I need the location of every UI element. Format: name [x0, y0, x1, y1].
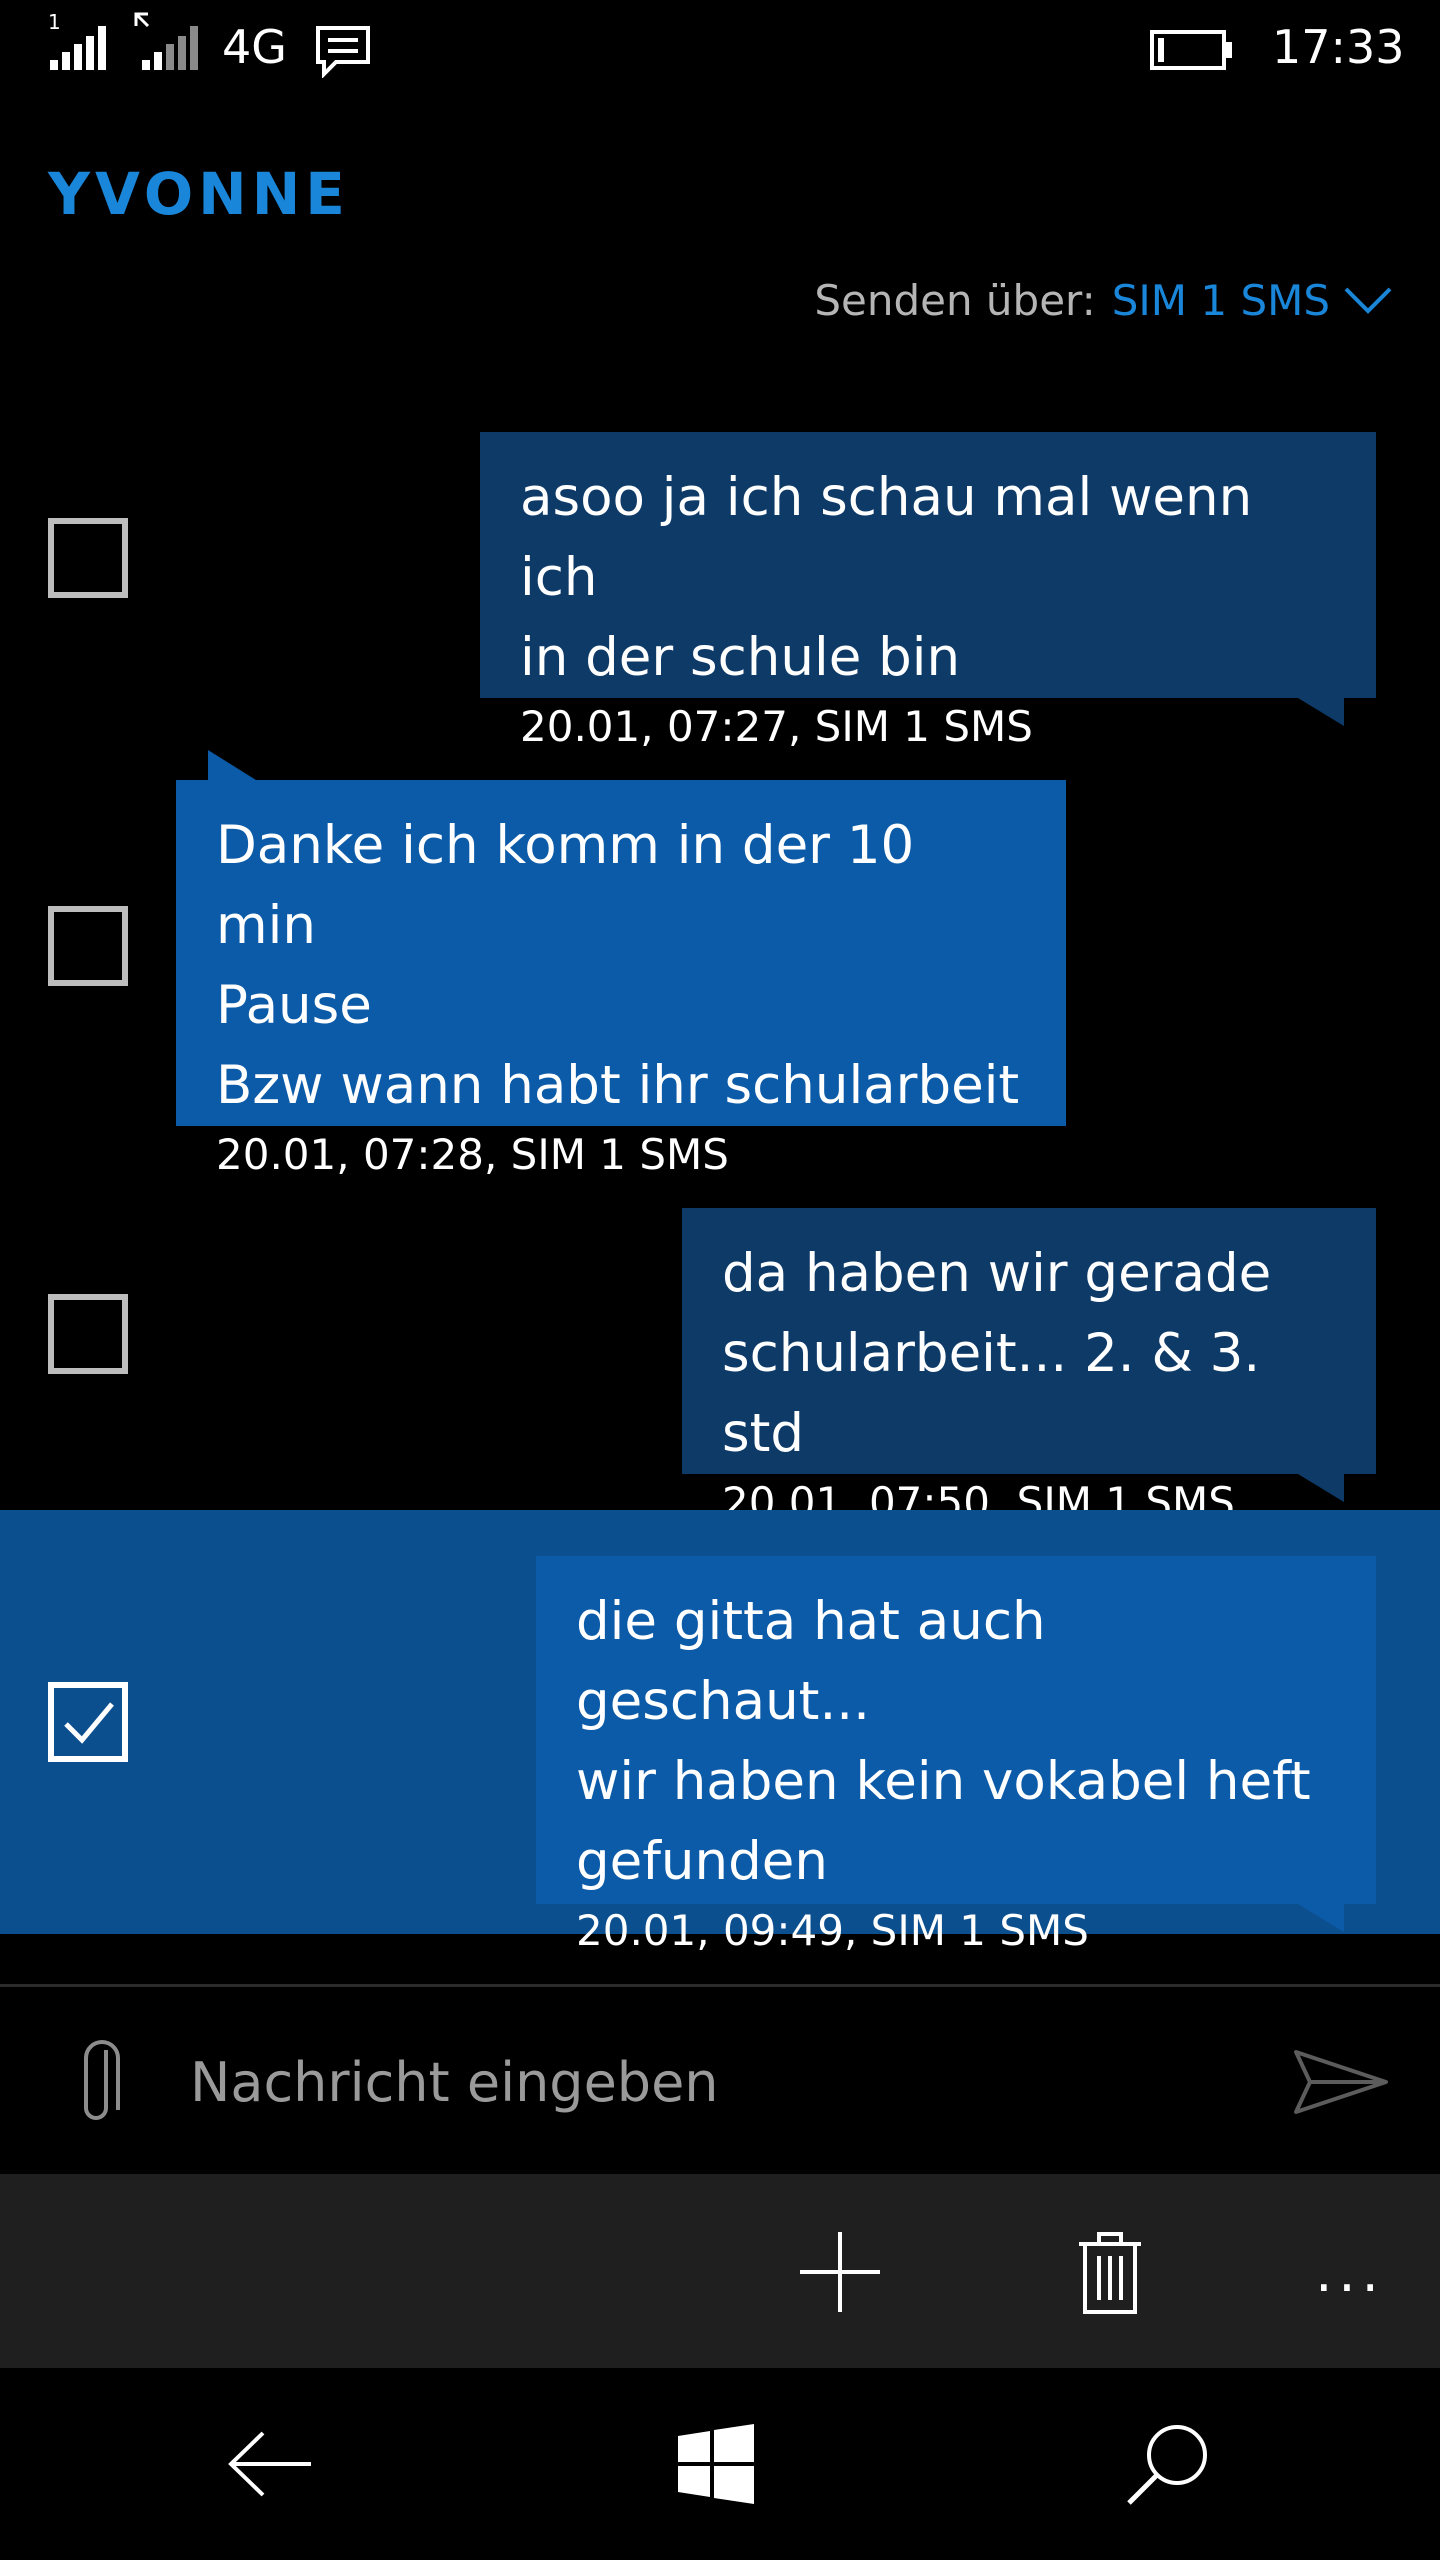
start-button[interactable]	[656, 2412, 776, 2516]
more-button[interactable]: ...	[1300, 2224, 1400, 2320]
compose-divider	[0, 1984, 1440, 1987]
message-row[interactable]: Danke ich komm in der 10 min Pause Bzw w…	[0, 740, 1440, 1179]
message-input[interactable]	[190, 2042, 1240, 2122]
message-bubble-outgoing[interactable]: da haben wir gerade schularbeit... 2. & …	[682, 1208, 1376, 1527]
app-bar: ...	[0, 2174, 1440, 2368]
bubble-tail	[1298, 1904, 1344, 1932]
windows-start-icon	[678, 2424, 754, 2504]
attach-icon[interactable]	[76, 2038, 120, 2132]
message-row-selected[interactable]: die gitta hat auch geschaut... wir haben…	[0, 1510, 1440, 1955]
bubble-tail	[1298, 1474, 1344, 1502]
message-text: Danke ich komm in der 10 min Pause Bzw w…	[216, 815, 1020, 1116]
send-icon[interactable]	[1292, 2046, 1390, 2118]
message-bubble-incoming[interactable]: Danke ich komm in der 10 min Pause Bzw w…	[176, 780, 1066, 1179]
send-via-value[interactable]: SIM 1 SMS	[1112, 276, 1330, 325]
contact-name: YVONNE	[48, 160, 350, 228]
message-checkbox-checked[interactable]	[48, 1682, 128, 1762]
status-bar: 1 4G 17:33	[0, 0, 1440, 96]
message-icon	[316, 26, 370, 78]
chevron-down-icon[interactable]	[1344, 285, 1392, 315]
more-icon: ...	[1315, 2240, 1385, 2304]
message-bubble-outgoing[interactable]: die gitta hat auch geschaut... wir haben…	[536, 1556, 1376, 1955]
network-type: 4G	[222, 20, 287, 74]
battery-icon	[1150, 30, 1232, 70]
clock: 17:33	[1272, 20, 1405, 74]
bubble-tail	[208, 750, 256, 780]
bubble-tail	[1298, 698, 1344, 726]
message-checkbox[interactable]	[48, 1294, 128, 1374]
message-text: da haben wir gerade schularbeit... 2. & …	[722, 1243, 1272, 1464]
message-checkbox[interactable]	[48, 518, 128, 598]
nav-bar	[0, 2368, 1440, 2560]
checkmark-icon	[64, 1702, 114, 1744]
message-checkbox[interactable]	[48, 906, 128, 986]
search-button[interactable]	[1108, 2412, 1228, 2516]
message-text: asoo ja ich schau mal wenn ich in der sc…	[520, 467, 1253, 688]
compose-bar	[0, 1990, 1440, 2174]
message-bubble-outgoing[interactable]: asoo ja ich schau mal wenn ich in der sc…	[480, 432, 1376, 751]
add-button[interactable]	[780, 2224, 900, 2320]
message-timestamp: 20.01, 09:49, SIM 1 SMS	[576, 1906, 1089, 1955]
back-button[interactable]	[210, 2412, 330, 2516]
message-timestamp: 20.01, 07:28, SIM 1 SMS	[216, 1130, 729, 1179]
signal-roaming-icon	[134, 12, 198, 70]
delete-icon	[1079, 2232, 1141, 2314]
send-via-selector[interactable]: Senden über: SIM 1 SMS	[814, 270, 1392, 330]
message-row[interactable]: asoo ja ich schau mal wenn ich in der sc…	[0, 420, 1440, 751]
message-text: die gitta hat auch geschaut... wir haben…	[576, 1591, 1311, 1892]
signal-icon	[50, 26, 106, 70]
delete-button[interactable]	[1050, 2224, 1170, 2320]
message-row[interactable]: da haben wir gerade schularbeit... 2. & …	[0, 1200, 1440, 1527]
back-icon	[228, 2431, 311, 2497]
search-icon	[1127, 2425, 1207, 2505]
add-icon	[800, 2232, 880, 2312]
send-via-label: Senden über:	[814, 275, 1096, 325]
